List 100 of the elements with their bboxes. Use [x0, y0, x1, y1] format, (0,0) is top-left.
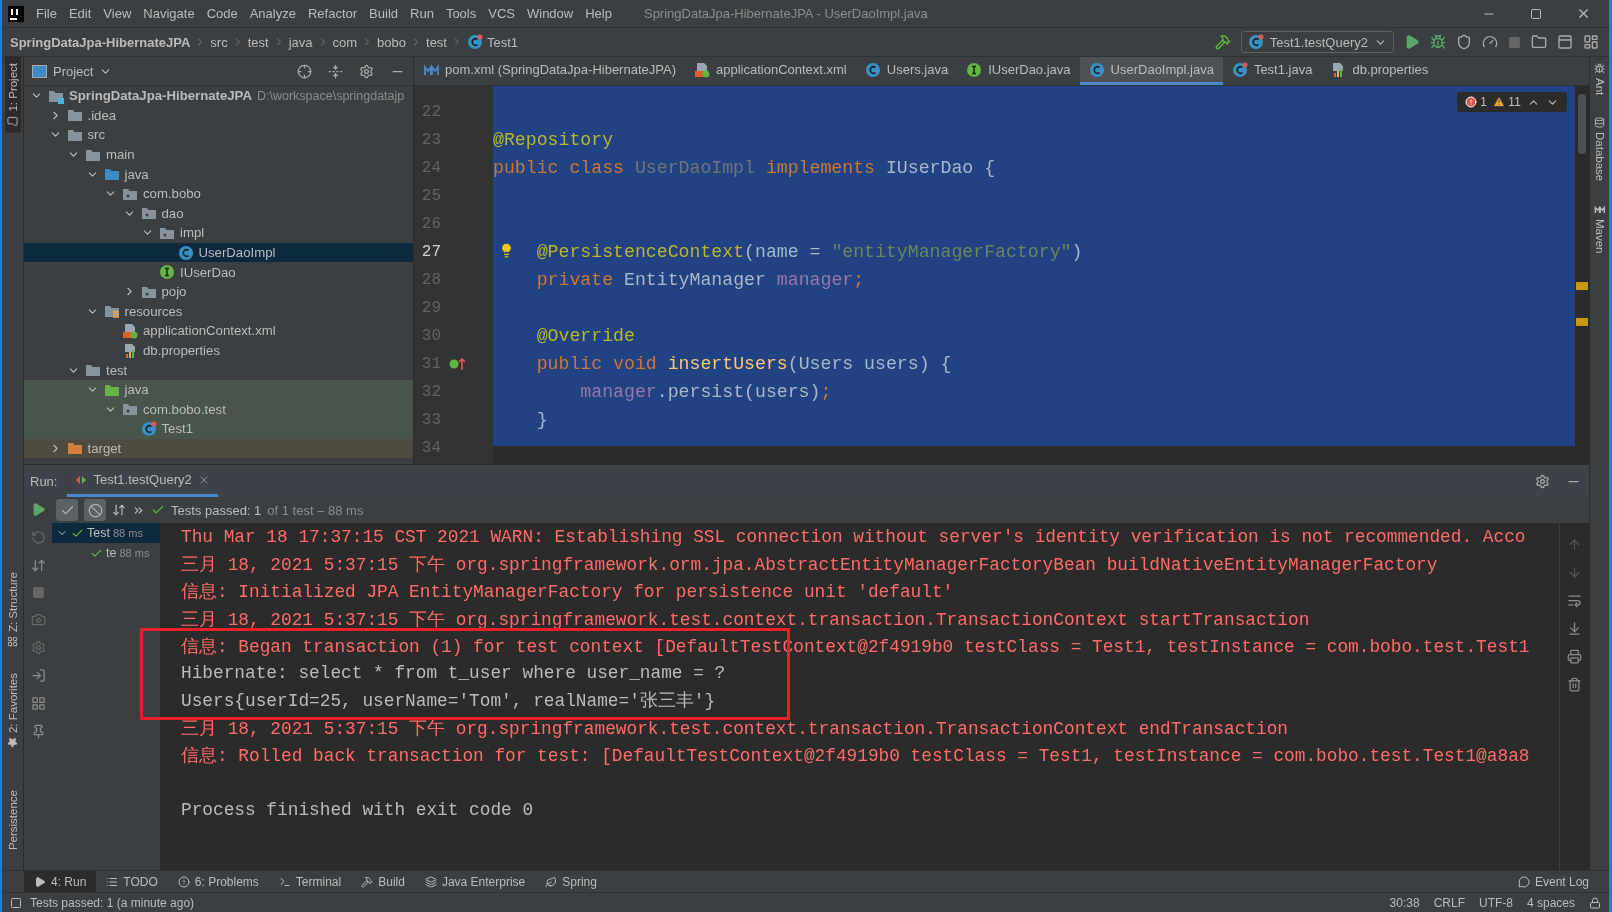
tree-item[interactable]: target	[24, 438, 413, 459]
breadcrumb[interactable]: src	[210, 34, 228, 50]
tool-window-button[interactable]: 1: Project	[4, 57, 21, 133]
editor-tab[interactable]: Users.java	[855, 57, 958, 85]
trash-icon[interactable]	[1567, 677, 1582, 692]
print-icon[interactable]	[1567, 649, 1582, 664]
layout-icon[interactable]	[1557, 34, 1573, 50]
menu-item[interactable]: Build	[363, 6, 404, 21]
settings-icon[interactable]	[359, 63, 374, 79]
event-log-tab[interactable]: Event Log	[1507, 871, 1609, 892]
tree-item[interactable]: UserDaoImpl	[24, 242, 413, 263]
lightbulb-icon[interactable]	[499, 243, 514, 258]
inspection-widget[interactable]: 1 11	[1457, 92, 1567, 112]
tree-item[interactable]: java	[24, 379, 413, 400]
tool-window-button[interactable]: 2: Favorites	[4, 666, 21, 754]
menu-item[interactable]: Navigate	[137, 6, 201, 21]
editor-tab[interactable]: Test1.java	[1222, 57, 1322, 85]
status-item[interactable]: UTF-8	[1478, 895, 1513, 910]
window-icon[interactable]	[1583, 34, 1599, 50]
tree-item[interactable]: resources	[24, 301, 413, 322]
toggle-icon[interactable]	[30, 558, 46, 573]
breadcrumb[interactable]: bobo	[377, 34, 406, 50]
tree-item[interactable]: com.bobo	[24, 183, 413, 204]
tree-item[interactable]: .idea	[24, 105, 413, 126]
menu-item[interactable]: Code	[200, 6, 244, 21]
breadcrumb[interactable]: com	[332, 34, 358, 50]
editor-tab[interactable]: applicationContext.xml	[684, 57, 856, 85]
menu-item[interactable]: Tools	[439, 6, 483, 21]
editor-tab[interactable]: UserDaoImpl.java	[1079, 57, 1223, 85]
tool-window-button[interactable]: Database	[1591, 111, 1608, 188]
tree-item[interactable]: com.bobo.test	[24, 399, 413, 420]
tool-tab[interactable]: 6: Problems	[167, 871, 269, 892]
run-configuration-select[interactable]: Test1.testQuery2	[1240, 31, 1394, 53]
rerun-icon[interactable]	[30, 502, 46, 517]
menu-item[interactable]: VCS	[482, 6, 521, 21]
tree-item[interactable]: main	[24, 144, 413, 165]
tool-tab[interactable]: Spring	[535, 871, 607, 892]
tool-window-button[interactable]: Z: Structure	[4, 565, 21, 653]
menu-item[interactable]: View	[97, 6, 138, 21]
show-ignored-toggle[interactable]	[84, 499, 106, 521]
show-passed-toggle[interactable]	[56, 499, 78, 521]
layout-icon[interactable]	[30, 696, 46, 711]
close-icon[interactable]	[1576, 6, 1591, 21]
tool-tab[interactable]: Java Enterprise	[414, 871, 536, 892]
sort-icon[interactable]	[112, 503, 126, 517]
breadcrumb[interactable]: test	[426, 34, 447, 50]
project-structure-icon[interactable]	[1531, 34, 1547, 50]
panel-title[interactable]: Project	[53, 63, 94, 79]
tool-tab[interactable]: Build	[351, 871, 415, 892]
test-class-result[interactable]: Test 88 ms	[52, 523, 160, 543]
breadcrumb[interactable]: SpringDataJpa-HibernateJPA	[10, 34, 191, 50]
profiler-icon[interactable]	[1482, 34, 1498, 50]
tool-tab[interactable]: 4: Run	[24, 871, 97, 892]
pin-icon[interactable]	[30, 724, 46, 739]
lock-icon[interactable]	[1589, 896, 1601, 909]
status-item[interactable]: CRLF	[1433, 895, 1465, 910]
tool-window-button[interactable]: Persistence	[4, 783, 21, 856]
debug-icon[interactable]	[1430, 34, 1446, 50]
menu-item[interactable]: Analyze	[243, 6, 302, 21]
menu-item[interactable]: Refactor	[301, 6, 364, 21]
hammer-icon[interactable]	[1214, 34, 1231, 50]
breadcrumb[interactable]: Test1	[467, 34, 519, 50]
editor-tab[interactable]: IUserDao.java	[957, 57, 1080, 85]
import-icon[interactable]	[30, 668, 46, 683]
tree-item[interactable]: SpringDataJpa-HibernateJPA D:\workspace\springdatajp	[24, 86, 413, 106]
settings-icon[interactable]	[1535, 473, 1550, 489]
menu-item[interactable]: Edit	[62, 6, 98, 21]
tree-item[interactable]: impl	[24, 223, 413, 243]
tree-item[interactable]: dao	[24, 203, 413, 224]
locate-icon[interactable]	[297, 63, 312, 79]
tool-window-button[interactable]: Ant	[1591, 57, 1608, 102]
tree-item[interactable]: test	[24, 360, 413, 380]
editor-tab[interactable]: pom.xml (SpringDataJpa-HibernateJPA)	[414, 57, 685, 85]
tool-window-button[interactable]: Maven	[1591, 197, 1608, 260]
implements-marker-icon[interactable]	[449, 356, 467, 372]
tree-item[interactable]: src	[24, 125, 413, 145]
panel-toggle-icon[interactable]	[10, 896, 22, 909]
menu-item[interactable]: Help	[579, 6, 618, 21]
menu-item[interactable]: File	[30, 6, 63, 21]
status-item[interactable]: 30:38	[1389, 895, 1420, 910]
tree-item[interactable]: db.properties	[24, 340, 413, 361]
scrollbar-thumb[interactable]	[1578, 94, 1586, 154]
tree-item[interactable]: pojo	[24, 281, 413, 302]
tree-item[interactable]: applicationContext.xml	[24, 321, 413, 341]
breadcrumb[interactable]: java	[288, 34, 313, 50]
tree-item[interactable]: java	[24, 164, 413, 184]
tree-item[interactable]: IUserDao	[24, 262, 413, 282]
menu-item[interactable]: Window	[520, 6, 580, 21]
maximize-icon[interactable]	[1530, 7, 1542, 20]
tool-tab[interactable]: Terminal	[268, 871, 352, 892]
status-item[interactable]: 4 spaces	[1526, 895, 1575, 910]
soft-wrap-icon[interactable]	[1567, 593, 1582, 608]
run-icon[interactable]	[1404, 34, 1420, 50]
scroll-to-end-icon[interactable]	[1567, 621, 1582, 636]
editor-tab[interactable]: db.properties	[1321, 57, 1438, 85]
tool-tab[interactable]: TODO	[96, 871, 168, 892]
tree-item[interactable]: Test1	[24, 419, 413, 439]
coverage-icon[interactable]	[1456, 34, 1472, 50]
menu-item[interactable]: Run	[404, 6, 440, 21]
breadcrumb[interactable]: test	[247, 34, 269, 50]
